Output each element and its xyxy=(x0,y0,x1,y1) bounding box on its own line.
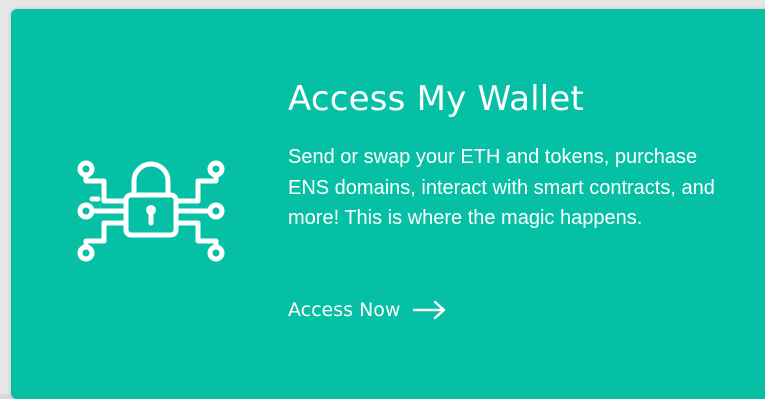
access-now-label: Access Now xyxy=(288,299,401,321)
arrow-right-icon xyxy=(413,300,446,320)
access-wallet-card[interactable]: Access My Wallet Send or swap your ETH a… xyxy=(11,9,765,399)
access-now-link[interactable]: Access Now xyxy=(288,295,448,325)
card-title: Access My Wallet xyxy=(288,79,585,119)
circuit-padlock-icon xyxy=(76,157,226,267)
card-description: Send or swap your ETH and tokens, purcha… xyxy=(288,146,715,229)
